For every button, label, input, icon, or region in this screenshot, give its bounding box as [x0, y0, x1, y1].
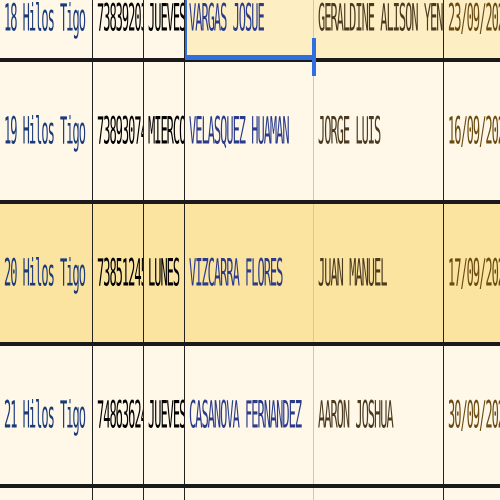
- cell-text: LUNES: [148, 251, 180, 295]
- cell-code[interactable]: 74863624: [93, 346, 143, 484]
- cell-day[interactable]: MIERCOLES: [144, 62, 184, 200]
- table-row[interactable]: 18 Hilos Tigo 71 73839203 JUEVES VARGAS …: [0, 0, 500, 60]
- cell-day[interactable]: LUNES: [144, 204, 184, 342]
- cell-firstname[interactable]: JUAN MANUEL: [314, 204, 443, 342]
- cell-text: JORGE LUIS: [318, 109, 381, 153]
- cell-code[interactable]: 73893074: [93, 62, 143, 200]
- cell-text: 19 Hilos Tigo 71: [4, 109, 92, 153]
- cell-firstname[interactable]: JORGE LUIS: [314, 62, 443, 200]
- cell-text: AARON JOSHUA: [318, 393, 394, 437]
- cell-date[interactable]: 17/09/2022: [444, 204, 500, 342]
- row-divider: [0, 484, 500, 488]
- cell-text: GERALDINE ALISON YENE: [318, 0, 443, 40]
- cell-text: 21 Hilos Tigo 72: [4, 393, 92, 437]
- cell-selection-border[interactable]: [185, 55, 314, 60]
- cell-selection-border[interactable]: [185, 0, 187, 58]
- cell-lastname[interactable]: VARGAS JOSUE: [185, 0, 313, 60]
- cell-firstname[interactable]: GERALDINE ALISON YENE: [314, 0, 443, 60]
- cell-text: 23/09/2022: [448, 0, 500, 40]
- column-divider: [143, 0, 144, 500]
- cell-code[interactable]: 73839203: [93, 0, 143, 60]
- cell-date[interactable]: 30/09/2022: [444, 346, 500, 484]
- cell-text: VIZCARRA FLORES: [189, 251, 283, 295]
- cell-text: MIERCOLES: [148, 109, 184, 153]
- cell-text: VELASQUEZ HUAMAN: [189, 109, 290, 153]
- cell-text: JUAN MANUEL: [318, 251, 387, 295]
- table-row[interactable]: [0, 488, 500, 500]
- cell-date[interactable]: 23/09/2022: [444, 0, 500, 60]
- cell-text: JUEVES: [148, 393, 184, 437]
- cell-day[interactable]: JUEVES: [144, 0, 184, 60]
- cell-day[interactable]: JUEVES: [144, 346, 184, 484]
- cell-date[interactable]: 16/09/2022: [444, 62, 500, 200]
- table-row[interactable]: 20 Hilos Tigo 71 73851245 LUNES VIZCARRA…: [0, 204, 500, 342]
- cell-text: VARGAS JOSUE: [189, 0, 265, 40]
- cell-text: 30/09/2022: [448, 393, 500, 437]
- cell-group[interactable]: 19 Hilos Tigo 71: [0, 62, 92, 200]
- cell-text: 20 Hilos Tigo 71: [4, 251, 92, 295]
- cell-text: CASANOVA FERNANDEZ: [189, 393, 302, 437]
- selection-fill-handle[interactable]: [312, 38, 316, 76]
- cell-text: 73839203: [97, 0, 143, 40]
- cell-text: JUEVES: [148, 0, 184, 40]
- spreadsheet-grid: 18 Hilos Tigo 71 73839203 JUEVES VARGAS …: [0, 0, 500, 500]
- cell-text: 74863624: [97, 393, 143, 437]
- table-row[interactable]: 21 Hilos Tigo 72 74863624 JUEVES CASANOV…: [0, 346, 500, 484]
- column-divider: [443, 0, 444, 500]
- cell-text: 73893074: [97, 109, 143, 153]
- cell-text: 18 Hilos Tigo 71: [4, 0, 92, 40]
- cell-text: 73851245: [97, 251, 143, 295]
- column-divider: [92, 0, 93, 500]
- row-divider: [0, 200, 500, 204]
- row-divider: [0, 342, 500, 346]
- cell-group[interactable]: 20 Hilos Tigo 71: [0, 204, 92, 342]
- cell-lastname[interactable]: VELASQUEZ HUAMAN: [185, 62, 313, 200]
- cell-lastname[interactable]: CASANOVA FERNANDEZ: [185, 346, 313, 484]
- cell-lastname[interactable]: VIZCARRA FLORES: [185, 204, 313, 342]
- column-divider: [184, 0, 185, 500]
- cell-code[interactable]: 73851245: [93, 204, 143, 342]
- cell-firstname[interactable]: AARON JOSHUA: [314, 346, 443, 484]
- cell-text: 17/09/2022: [448, 251, 500, 295]
- cell-group[interactable]: 18 Hilos Tigo 71: [0, 0, 92, 60]
- table-row[interactable]: 19 Hilos Tigo 71 73893074 MIERCOLES VELA…: [0, 62, 500, 200]
- cell-group[interactable]: 21 Hilos Tigo 72: [0, 346, 92, 484]
- cell-text: 16/09/2022: [448, 109, 500, 153]
